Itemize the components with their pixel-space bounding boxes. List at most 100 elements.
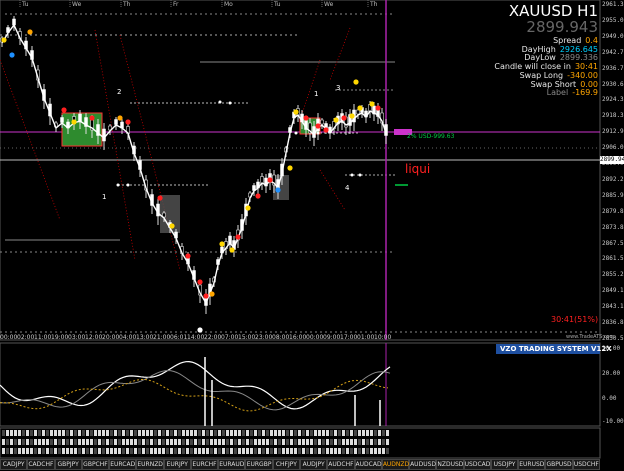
pair-tab-eurgbp[interactable]: EURGBP [245,459,273,470]
signal-dot [197,327,203,333]
signal-dot [341,115,347,121]
signal-bar [346,448,349,454]
signal-bar [294,430,297,436]
signal-bar [266,430,269,436]
signal-bar [278,430,281,436]
signal-bar [218,448,221,454]
info-key: DayLow [524,53,556,63]
price-axis-label: 2930.655 [602,80,624,88]
signal-bar [90,439,93,445]
pair-tab-usdjpy[interactable]: USDJPY [490,459,519,470]
pair-tab-gbpjpy[interactable]: GBPJPY [54,459,82,470]
pair-tab-eurnzd[interactable]: EURNZD [136,459,164,470]
pair-tab-eurchf[interactable]: EURCHF [190,459,219,470]
signal-bar [338,439,341,445]
signal-bar [78,430,81,436]
signal-bar [46,430,49,436]
signal-bar [50,439,53,445]
signal-bar [218,439,221,445]
signal-bar [142,448,145,454]
info-value: 0.4 [585,36,598,45]
signal-bar [62,430,65,436]
signal-bar [110,439,113,445]
pair-tab-audusd[interactable]: AUDUSD [409,459,437,470]
signal-bar [158,448,161,454]
signal-bar [58,430,61,436]
signal-bar [2,430,5,436]
indicator-frame [0,342,601,427]
signal-bar [206,448,209,454]
signal-bar [306,448,309,454]
signal-bar [322,448,325,454]
signal-bar [226,430,229,436]
signal-bar [370,439,373,445]
signal-bar [162,430,165,436]
signal-bar [18,430,21,436]
pair-tab-cadchf[interactable]: CADCHF [27,459,55,470]
pair-tab-eurjpy[interactable]: EURJPY [163,459,191,470]
signal-bar [174,439,177,445]
signal-bar [30,439,33,445]
pair-tab-audjpy[interactable]: AUDJPY [300,459,328,470]
price-axis-label: 2855.230 [602,271,624,279]
signal-bar [262,448,265,454]
signal-dot [275,187,281,193]
signal-bar [378,430,381,436]
info-row: Label -169.9 [547,88,598,97]
pair-tab-usdchf[interactable]: USDCHF [572,459,600,470]
signal-bar [30,448,33,454]
current-price: 2899.943 [526,18,598,36]
signal-bar [298,430,301,436]
signal-bar [110,430,113,436]
pair-tab-eurusd[interactable]: EURUSD [518,459,546,470]
signal-bar [210,448,213,454]
signal-bar [182,448,185,454]
signal-bar [22,430,25,436]
signal-dot [61,107,67,113]
price-axis-label: 2912.975 [602,128,624,136]
signal-bar [294,439,297,445]
signal-bar [154,439,157,445]
pair-tab-chfjpy[interactable]: CHFJPY [272,459,300,470]
pair-tab-nzdusd[interactable]: NZDUSD [436,459,464,470]
time-axis-label: 09:00 [323,334,341,341]
signal-bar [42,448,45,454]
candle-body [356,109,360,115]
day-label: Th [370,1,378,8]
signal-bar [14,439,17,445]
signal-bar [38,439,41,445]
pair-tab-usdcad[interactable]: USDCAD [463,459,491,470]
pair-tab-gbpusd[interactable]: GBPUSD [545,459,573,470]
signal-bar [234,448,237,454]
pair-tab-euraud[interactable]: EURAUD [218,459,246,470]
price-axis-label: 2942.755 [602,48,624,56]
price-axis-label: 2873.830 [602,223,624,231]
signal-bar [198,448,201,454]
time-axis-label: 21:00 [153,334,171,341]
signal-bar [126,430,129,436]
signal-bar [126,448,129,454]
signal-bar [114,439,117,445]
price-axis-label: 2924.380 [602,96,624,104]
signal-bar [162,439,165,445]
signal-bar [214,430,217,436]
signal-bar [342,448,345,454]
signal-bar [154,430,157,436]
pair-tab-eurcad[interactable]: EURCAD [109,459,137,470]
time-axis-label: 04:00 [119,334,137,341]
pair-tab-audcad[interactable]: AUDCAD [354,459,382,470]
signal-bar [166,448,169,454]
pair-tab-gbpchf[interactable]: GBPCHF [81,459,110,470]
signal-bar [370,430,373,436]
pair-tab-audchf[interactable]: AUDCHF [327,459,355,470]
signal-bar [74,448,77,454]
pair-tab-audnzd[interactable]: AUDNZD [381,459,409,470]
time-axis-label: 01:00 [357,334,375,341]
signal-bar [250,430,253,436]
signal-bar [54,439,57,445]
signal-bar [194,448,197,454]
pair-tab-cadjpy[interactable]: CADJPY [0,459,28,470]
signal-bar [174,448,177,454]
time-axis-label: 19:00 [51,334,69,341]
signal-dot [203,293,209,299]
